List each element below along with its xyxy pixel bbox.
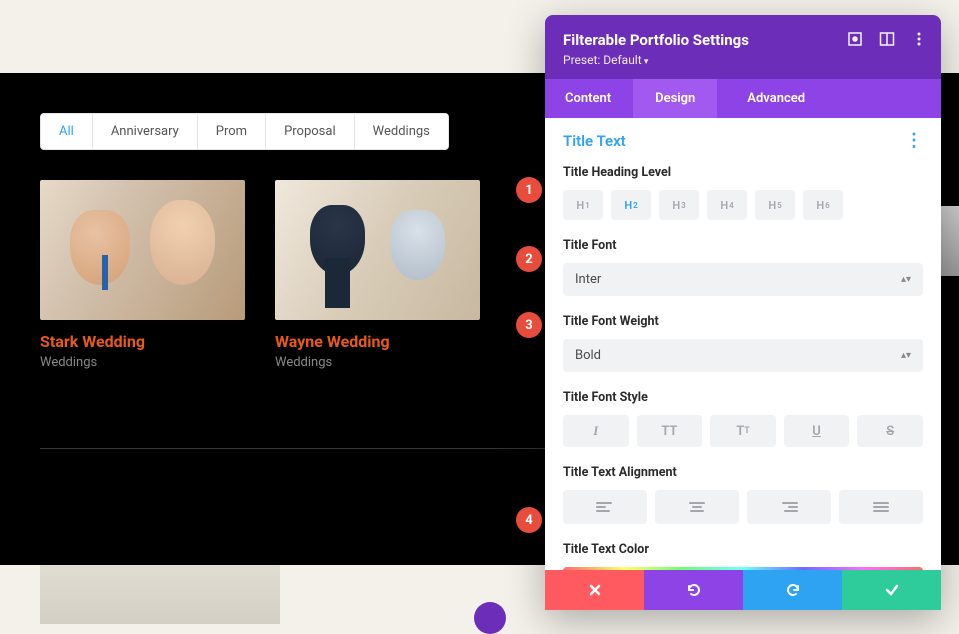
preset-selector[interactable]: Preset: Default: [563, 53, 923, 67]
field-text-alignment: Title Text Alignment: [563, 465, 923, 524]
font-style-options: I TT TT U S: [563, 415, 923, 447]
field-title-font: Title Font Inter ▴▾: [563, 238, 923, 296]
label-font-style: Title Font Style: [563, 390, 923, 405]
portfolio-thumbnail: [40, 180, 245, 320]
annotation-badge-3: 3: [516, 312, 542, 338]
smallcaps-button[interactable]: TT: [710, 415, 776, 447]
panel-body: Title Text ⋮ Title Heading Level H1 H2 H…: [545, 118, 941, 570]
font-weight-value: Bold: [575, 348, 601, 363]
settings-panel: Filterable Portfolio Settings Preset: De…: [545, 15, 941, 610]
fullscreen-icon[interactable]: [847, 31, 863, 47]
portfolio-item[interactable]: Stark Wedding Weddings: [40, 180, 245, 370]
close-icon: [588, 583, 602, 597]
heading-h5[interactable]: H5: [755, 190, 795, 220]
tab-content[interactable]: Content: [545, 79, 633, 118]
annotation-badge-2: 2: [516, 246, 542, 272]
title-font-select[interactable]: Inter ▴▾: [563, 263, 923, 296]
layout-icon[interactable]: [879, 31, 895, 47]
filter-prom[interactable]: Prom: [198, 114, 266, 149]
heading-level-options: H1 H2 H3 H4 H5 H6: [563, 190, 923, 220]
annotation-badge-1: 1: [516, 177, 542, 203]
field-text-color: Title Text Color ✓: [563, 542, 923, 570]
underline-button[interactable]: U: [784, 415, 850, 447]
panel-tabs: Content Design Advanced: [545, 79, 941, 118]
filter-weddings[interactable]: Weddings: [355, 114, 448, 149]
image-detail: [325, 258, 350, 308]
alignment-options: [563, 490, 923, 524]
italic-button[interactable]: I: [563, 415, 629, 447]
color-gradient-overlay: [563, 567, 923, 570]
portfolio-grid: Stark Wedding Weddings Wayne Wedding Wed…: [40, 180, 535, 370]
portfolio-thumbnail: [275, 180, 480, 320]
redo-button[interactable]: [743, 570, 842, 610]
check-icon: [884, 582, 900, 598]
align-center-button[interactable]: [655, 490, 739, 524]
label-heading-level: Title Heading Level: [563, 165, 923, 180]
align-right-button[interactable]: [747, 490, 831, 524]
portfolio-filter-bar: All Anniversary Prom Proposal Weddings: [40, 113, 449, 150]
section-title-row: Title Text ⋮: [563, 130, 923, 151]
filter-proposal[interactable]: Proposal: [266, 114, 355, 149]
portfolio-item[interactable]: Wayne Wedding Weddings: [275, 180, 480, 370]
align-justify-button[interactable]: [839, 490, 923, 524]
portfolio-category: Weddings: [40, 355, 245, 370]
heading-h3[interactable]: H3: [659, 190, 699, 220]
annotation-badge-4: 4: [516, 507, 542, 533]
redo-icon: [784, 581, 802, 599]
filter-all[interactable]: All: [41, 114, 93, 149]
font-value: Inter: [575, 272, 601, 287]
field-title-font-style: Title Font Style I TT TT U S: [563, 390, 923, 447]
portfolio-preview: All Anniversary Prom Proposal Weddings S…: [0, 73, 535, 370]
heading-h4[interactable]: H4: [707, 190, 747, 220]
field-title-font-weight: Title Font Weight Bold ▴▾: [563, 314, 923, 372]
undo-icon: [685, 581, 703, 599]
label-text-color: Title Text Color: [563, 542, 923, 557]
panel-header: Filterable Portfolio Settings Preset: De…: [545, 15, 941, 79]
label-font-weight: Title Font Weight: [563, 314, 923, 329]
strikethrough-button[interactable]: S: [857, 415, 923, 447]
panel-header-actions: [847, 31, 927, 47]
undo-button[interactable]: [644, 570, 743, 610]
close-button[interactable]: [545, 570, 644, 610]
tab-advanced[interactable]: Advanced: [717, 79, 827, 118]
image-detail: [102, 255, 108, 290]
heading-h2[interactable]: H2: [611, 190, 651, 220]
heading-h1[interactable]: H1: [563, 190, 603, 220]
field-heading-level: Title Heading Level H1 H2 H3 H4 H5 H6: [563, 165, 923, 220]
label-alignment: Title Text Alignment: [563, 465, 923, 480]
section-menu-icon[interactable]: ⋮: [905, 130, 923, 151]
color-picker[interactable]: ✓: [563, 567, 923, 570]
below-fold-thumbnail: [40, 565, 280, 624]
section-title-text[interactable]: Title Text: [563, 132, 626, 150]
more-icon[interactable]: [911, 31, 927, 47]
align-left-button[interactable]: [563, 490, 647, 524]
portfolio-title: Wayne Wedding: [275, 332, 480, 351]
portfolio-category: Weddings: [275, 355, 480, 370]
tab-design[interactable]: Design: [633, 79, 717, 118]
panel-footer: [545, 570, 941, 610]
portfolio-title: Stark Wedding: [40, 332, 245, 351]
font-weight-select[interactable]: Bold ▴▾: [563, 339, 923, 372]
chevron-updown-icon: ▴▾: [901, 275, 911, 285]
label-title-font: Title Font: [563, 238, 923, 253]
filter-anniversary[interactable]: Anniversary: [93, 114, 198, 149]
chevron-updown-icon: ▴▾: [901, 351, 911, 361]
heading-h6[interactable]: H6: [803, 190, 843, 220]
save-button[interactable]: [842, 570, 941, 610]
uppercase-button[interactable]: TT: [637, 415, 703, 447]
module-add-button[interactable]: [474, 602, 506, 634]
